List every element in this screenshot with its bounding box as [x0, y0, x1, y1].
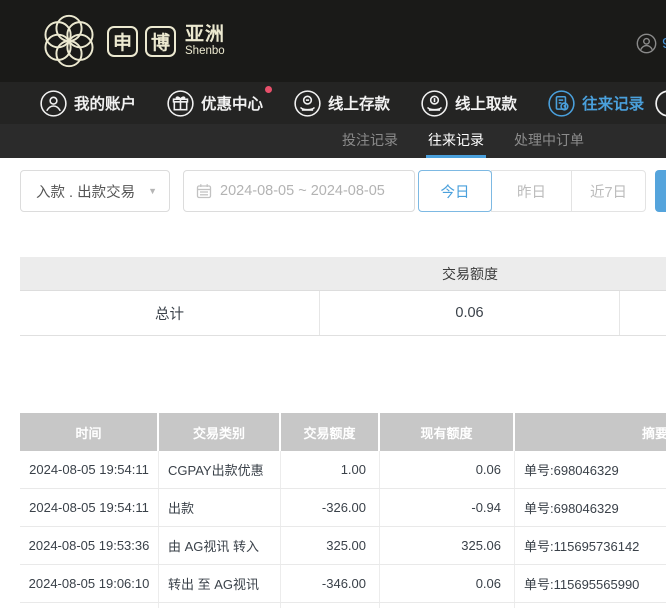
- table-cell: 325.06: [380, 527, 515, 564]
- table-cell: 转出 至 AG视讯: [159, 565, 281, 602]
- calendar-icon: [196, 183, 212, 199]
- user-icon: [40, 90, 67, 117]
- transaction-type-value: 入款 . 出款交易: [36, 181, 148, 202]
- summary-header-row: 交易额度: [20, 257, 666, 291]
- nav-item-deposit[interactable]: 线上存款: [294, 90, 390, 117]
- nav-overflow-icon[interactable]: [655, 90, 666, 117]
- chevron-down-icon: ▼: [148, 186, 157, 196]
- summary-table: 交易额度 总计 0.06: [20, 257, 666, 336]
- withdraw-icon: [421, 90, 448, 117]
- table-cell: 出款: [159, 489, 281, 526]
- gift-icon: [167, 90, 194, 117]
- column-header-现有额度: 现有额度: [380, 413, 515, 451]
- table-cell: 325.00: [281, 527, 380, 564]
- quick-button-近7日[interactable]: 近7日: [571, 170, 646, 212]
- nav-item-label: 优惠中心: [201, 92, 263, 114]
- table-cell: 单号:115695565990: [515, 565, 666, 602]
- table-cell: 1.00: [281, 451, 380, 488]
- table-cell: CGPAY出款优惠: [159, 451, 281, 488]
- date-range-input[interactable]: 2024-08-05 ~ 2024-08-05: [183, 170, 415, 212]
- quick-button-昨日[interactable]: 昨日: [491, 170, 572, 212]
- table-cell: 0.06: [380, 565, 515, 602]
- table-cell: 2024-08-05 19:54:11: [20, 451, 159, 488]
- table-cell: 2024-08-05 19:53:36: [20, 527, 159, 564]
- transaction-type-select[interactable]: 入款 . 出款交易 ▼: [20, 170, 170, 212]
- table-cell: 单号:698046329: [515, 451, 666, 488]
- main-nav: 我的账户 优惠中心 线上存款 线上取款 往来记录: [0, 82, 666, 124]
- table-header-row: 时间交易类别交易额度现有额度摘要: [20, 413, 666, 451]
- lotus-flower-icon: [38, 10, 100, 72]
- table-cell: 单号:115695736142: [515, 527, 666, 564]
- search-button-clipped[interactable]: [655, 170, 666, 212]
- nav-item-label: 线上存款: [328, 92, 390, 114]
- tab-往来记录[interactable]: 往来记录: [426, 124, 486, 158]
- column-header-时间: 时间: [20, 413, 159, 451]
- nav-item-records[interactable]: 往来记录: [548, 90, 644, 117]
- quick-button-今日[interactable]: 今日: [418, 170, 492, 212]
- filter-row: 入款 . 出款交易 ▼ 2024-08-05 ~ 2024-08-05 今日昨日…: [0, 170, 666, 212]
- nav-item-label: 线上取款: [455, 92, 517, 114]
- tab-处理中订单[interactable]: 处理中订单: [512, 124, 586, 158]
- logo-char-shen: 申: [107, 26, 138, 57]
- table-cell: 2024-08-05 19:06:10: [20, 565, 159, 602]
- column-header-交易类别: 交易类别: [159, 413, 281, 451]
- date-range-value: 2024-08-05 ~ 2024-08-05: [220, 183, 385, 199]
- logo-wordmark: 亚洲 Shenbo: [185, 25, 225, 57]
- table-cell: 单号:698046329: [515, 489, 666, 526]
- nav-item-withdraw[interactable]: 线上取款: [421, 90, 517, 117]
- table-row: 2024-08-05 19:06:10转出 至 AG视讯-346.000.06单…: [20, 565, 666, 603]
- table-cell: -0.94: [380, 489, 515, 526]
- notification-badge-dot: [265, 86, 272, 93]
- nav-item-label: 往来记录: [582, 92, 644, 114]
- brand-logo[interactable]: 申 博 亚洲 Shenbo: [38, 9, 225, 73]
- table-cell: 2024-08-05 19:54:11: [20, 489, 159, 526]
- avatar-icon: [636, 33, 657, 54]
- records-icon: [548, 90, 575, 117]
- sub-tab-bar: 投注记录往来记录处理中订单: [0, 124, 666, 158]
- table-row: 2024-08-05 19:54:11CGPAY出款优惠1.000.06单号:6…: [20, 451, 666, 489]
- summary-header-label: 交易额度: [320, 257, 620, 290]
- nav-item-gift[interactable]: 优惠中心: [167, 90, 263, 117]
- table-row: 2024-08-05 19:54:11出款-326.00-0.94单号:6980…: [20, 489, 666, 527]
- username-text: 9y: [662, 35, 666, 52]
- summary-total-label: 总计: [20, 291, 320, 335]
- table-cell: 0.06: [380, 451, 515, 488]
- transactions-table: 时间交易类别交易额度现有额度摘要 2024-08-05 19:54:11CGPA…: [20, 413, 666, 608]
- table-row-clipped: [20, 603, 666, 608]
- tab-投注记录[interactable]: 投注记录: [340, 124, 400, 158]
- table-row: 2024-08-05 19:53:36由 AG视讯 转入325.00325.06…: [20, 527, 666, 565]
- app-root: 申 博 亚洲 Shenbo 9y 我的账户优惠中心线上存款线上取款往来记录 投注…: [0, 0, 666, 608]
- table-cell: -326.00: [281, 489, 380, 526]
- nav-item-label: 我的账户: [74, 92, 136, 114]
- table-cell: 由 AG视讯 转入: [159, 527, 281, 564]
- column-header-交易额度: 交易额度: [281, 413, 380, 451]
- top-header: 申 博 亚洲 Shenbo 9y: [0, 0, 666, 82]
- logo-char-bo: 博: [145, 26, 176, 57]
- user-account-link[interactable]: 9y: [636, 33, 666, 54]
- deposit-icon: [294, 90, 321, 117]
- summary-total-value: 0.06: [320, 291, 620, 335]
- nav-item-user[interactable]: 我的账户: [40, 90, 136, 117]
- quick-date-buttons: 今日昨日近7日: [418, 170, 646, 212]
- summary-total-row: 总计 0.06: [20, 291, 666, 336]
- column-header-摘要: 摘要: [515, 413, 666, 451]
- table-cell: -346.00: [281, 565, 380, 602]
